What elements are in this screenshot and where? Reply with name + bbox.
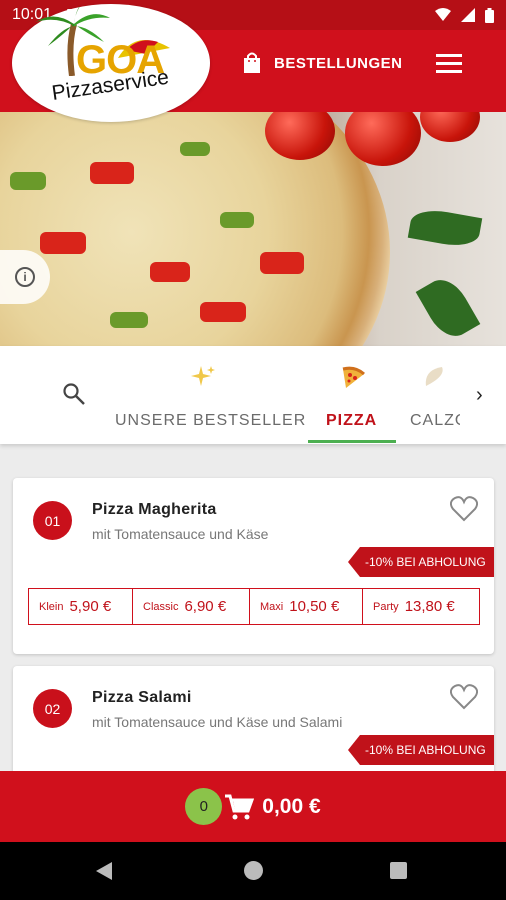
size-label: Maxi xyxy=(260,600,284,613)
category-pizza[interactable]: PIZZA xyxy=(318,346,388,444)
category-label: UNSERE BESTSELLER xyxy=(115,412,307,429)
price-value: 6,90 € xyxy=(184,598,227,615)
orders-label: BESTELLUNGEN xyxy=(274,54,403,72)
product-card[interactable]: 01 Pizza Magherita mit Tomatensauce und … xyxy=(13,478,494,654)
cart-total: 0,00 € xyxy=(262,794,321,818)
sparkle-icon xyxy=(191,366,215,386)
home-icon[interactable] xyxy=(244,861,263,880)
shopping-cart-icon xyxy=(225,794,255,819)
category-bestseller[interactable]: UNSERE BESTSELLER xyxy=(115,346,305,444)
price-option-klein[interactable]: Klein 5,90 € xyxy=(28,588,133,625)
back-icon[interactable] xyxy=(96,862,112,880)
shopping-bag-icon xyxy=(244,52,260,73)
price-option-classic[interactable]: Classic 6,90 € xyxy=(133,588,250,625)
price-option-party[interactable]: Party 13,80 € xyxy=(363,588,480,625)
hamburger-menu-icon[interactable] xyxy=(436,54,462,76)
calzone-icon xyxy=(425,367,443,386)
price-value: 5,90 € xyxy=(69,598,112,615)
category-label: PIZZA xyxy=(326,412,378,429)
heart-icon[interactable] xyxy=(450,496,478,522)
chevron-right-icon[interactable]: › xyxy=(476,384,483,407)
hero-image xyxy=(0,112,506,346)
price-value: 10,50 € xyxy=(289,598,340,615)
promo-badge: -10% BEI ABHOLUNG xyxy=(348,735,494,765)
promo-badge: -10% BEI ABHOLUNG xyxy=(348,547,494,577)
recent-apps-icon[interactable] xyxy=(390,862,407,879)
product-number: 01 xyxy=(33,501,72,540)
product-number: 02 xyxy=(33,689,72,728)
category-label: CALZO xyxy=(410,412,460,429)
pizza-slice-icon xyxy=(342,366,365,388)
price-value: 13,80 € xyxy=(404,598,455,615)
cart-count-badge: 0 xyxy=(185,788,223,825)
wifi-icon xyxy=(435,8,451,21)
battery-icon xyxy=(485,7,494,23)
cart-bar[interactable]: 0 0,00 € xyxy=(0,771,506,842)
logo[interactable]: GOA Pizzaservice xyxy=(12,4,210,122)
system-nav-bar xyxy=(0,842,506,900)
size-label: Klein xyxy=(39,600,64,613)
signal-icon xyxy=(461,8,475,22)
active-category-indicator xyxy=(308,440,396,443)
info-icon: i xyxy=(15,267,35,287)
product-card[interactable]: 02 Pizza Salami mit Tomatensauce und Käs… xyxy=(13,666,494,776)
size-label: Classic xyxy=(143,600,179,613)
orders-button[interactable]: BESTELLUNGEN xyxy=(242,52,403,74)
product-title: Pizza Salami xyxy=(92,689,192,706)
product-description: mit Tomatensauce und Käse und Salami xyxy=(92,714,343,730)
price-option-maxi[interactable]: Maxi 10,50 € xyxy=(250,588,363,625)
search-icon[interactable] xyxy=(62,382,86,406)
product-title: Pizza Magherita xyxy=(92,501,217,518)
category-calzone[interactable]: CALZO xyxy=(410,346,460,444)
product-description: mit Tomatensauce und Käse xyxy=(92,526,269,542)
price-options: Klein 5,90 € Classic 6,90 € Maxi 10,50 €… xyxy=(28,588,480,625)
heart-icon[interactable] xyxy=(450,684,478,710)
size-label: Party xyxy=(373,600,399,613)
